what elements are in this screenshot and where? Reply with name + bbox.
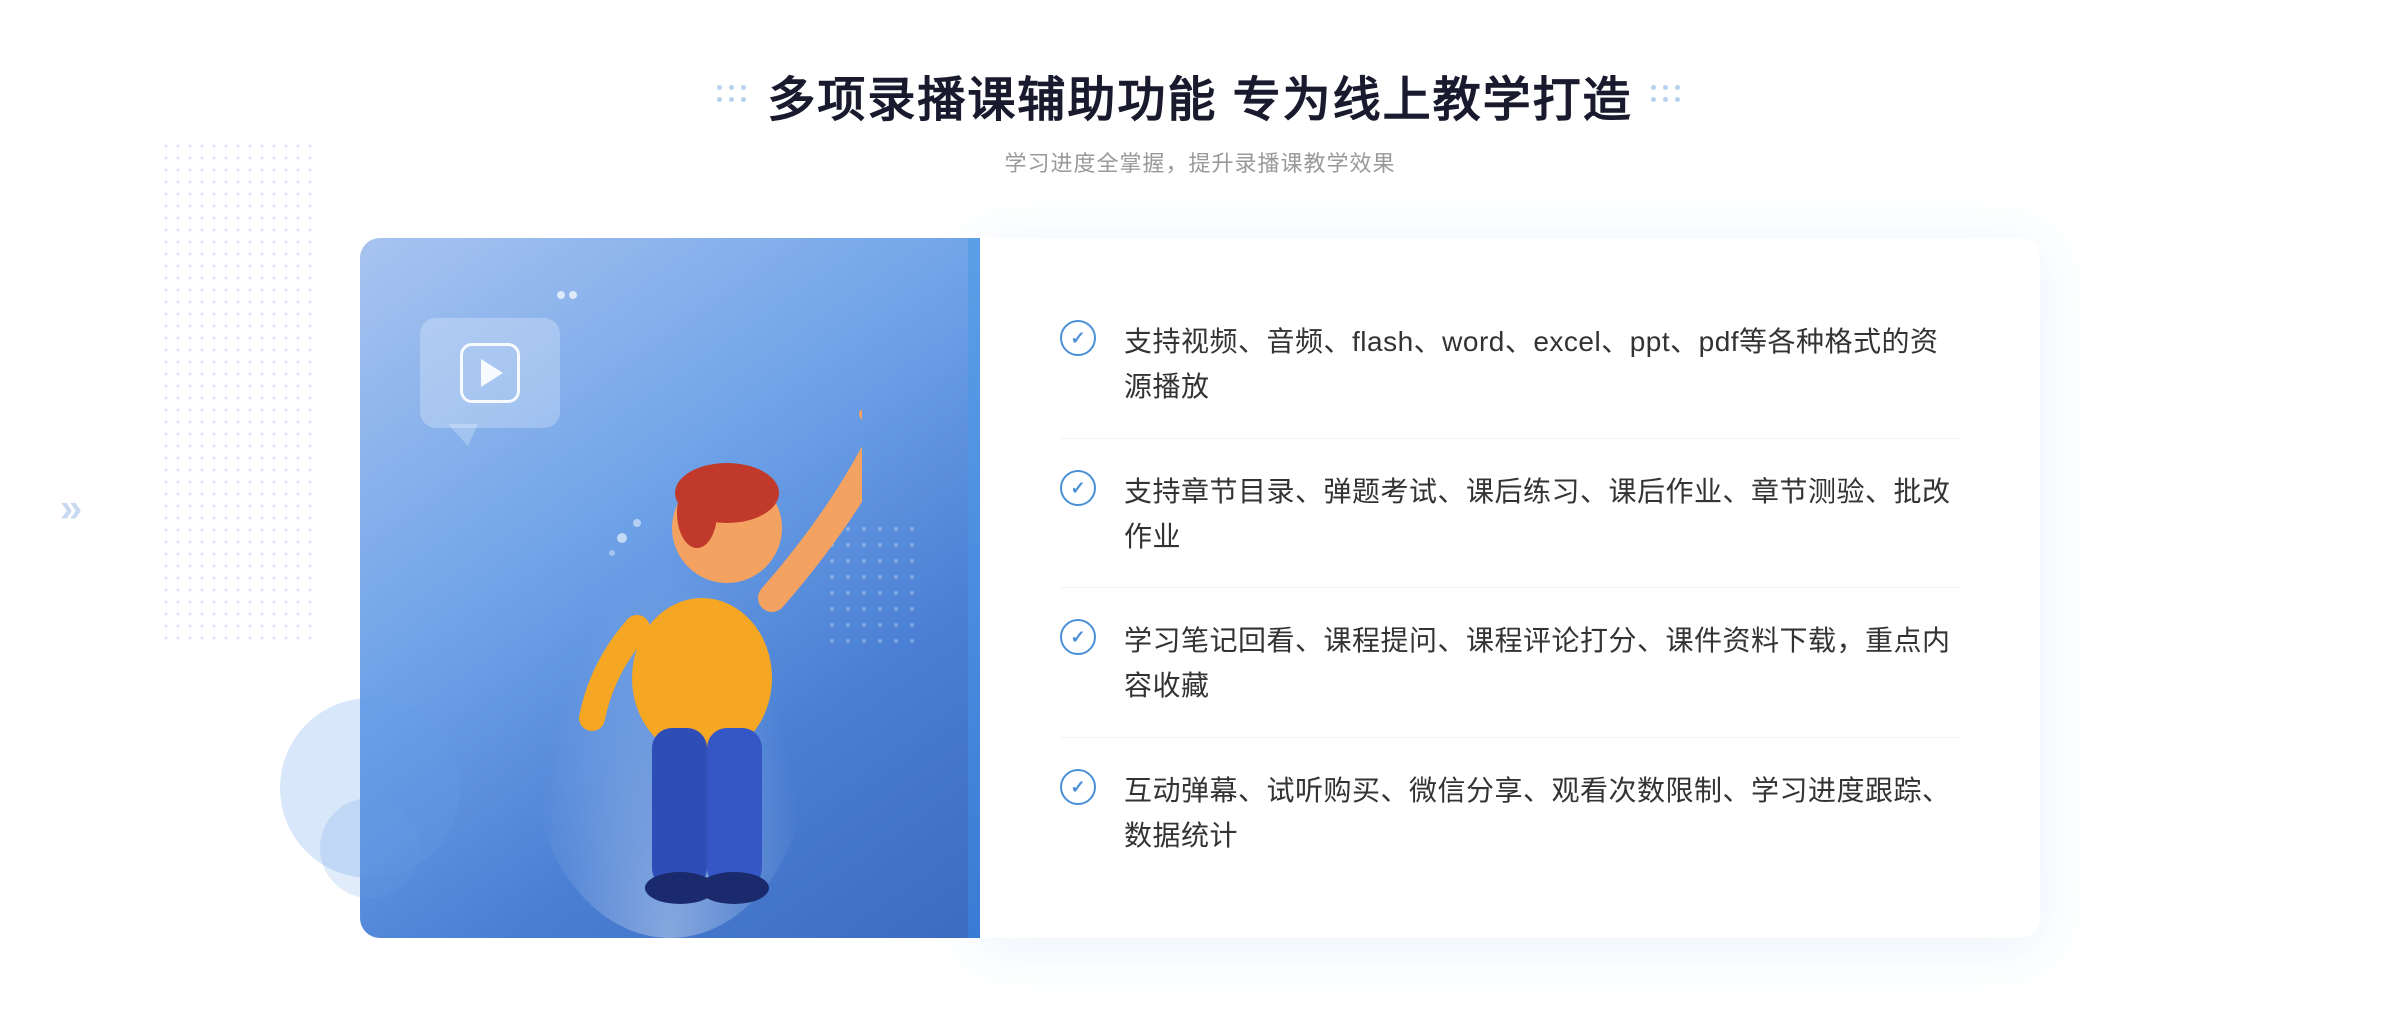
deco-circle-small [320,798,420,898]
feature-text-1: 支持视频、音频、flash、word、excel、ppt、pdf等各种格式的资源… [1124,320,1960,410]
right-decoration [1651,85,1683,105]
check-icon-2: ✓ [1060,470,1096,506]
feature-item-3: ✓ 学习笔记回看、课程提问、课程评论打分、课件资料下载，重点内容收藏 [1060,591,1960,738]
sparkle-decoration [555,288,579,306]
header-title-row: 多项录播课辅助功能 专为线上教学打造 [717,60,1682,130]
person-illustration [542,338,862,938]
check-icon-1: ✓ [1060,320,1096,356]
check-mark-2: ✓ [1070,479,1085,497]
illustration-area [360,238,980,938]
feature-item-2: ✓ 支持章节目录、弹题考试、课后练习、课后作业、章节测验、批改作业 [1060,442,1960,589]
page-title: 多项录播课辅助功能 专为线上教学打造 [767,60,1632,130]
feature-text-3: 学习笔记回看、课程提问、课程评论打分、课件资料下载，重点内容收藏 [1124,619,1960,709]
check-mark-1: ✓ [1070,329,1085,347]
feature-text-2: 支持章节目录、弹题考试、课后练习、课后作业、章节测验、批改作业 [1124,470,1960,560]
play-icon [460,343,520,403]
play-bubble [420,318,560,428]
main-content: ✓ 支持视频、音频、flash、word、excel、ppt、pdf等各种格式的… [360,238,2040,938]
header-section: 多项录播课辅助功能 专为线上教学打造 学习进度全掌握，提升录播课教学效果 [717,60,1682,178]
check-mark-4: ✓ [1070,778,1085,796]
check-icon-4: ✓ [1060,769,1096,805]
check-mark-3: ✓ [1070,628,1085,646]
page-container: 多项录播课辅助功能 专为线上教学打造 学习进度全掌握，提升录播课教学效果 [0,0,2400,1018]
check-icon-3: ✓ [1060,619,1096,655]
content-panel: ✓ 支持视频、音频、flash、word、excel、ppt、pdf等各种格式的… [980,238,2040,938]
feature-item-1: ✓ 支持视频、音频、flash、word、excel、ppt、pdf等各种格式的… [1060,292,1960,439]
stripe-decoration [968,238,980,938]
left-decoration [717,85,749,105]
feature-text-4: 互动弹幕、试听购买、微信分享、观看次数限制、学习进度跟踪、数据统计 [1124,769,1960,859]
chevron-left-icon: » [60,487,72,532]
play-triangle [481,359,503,387]
feature-item-4: ✓ 互动弹幕、试听购买、微信分享、观看次数限制、学习进度跟踪、数据统计 [1060,741,1960,887]
page-subtitle: 学习进度全掌握，提升录播课教学效果 [717,146,1682,178]
